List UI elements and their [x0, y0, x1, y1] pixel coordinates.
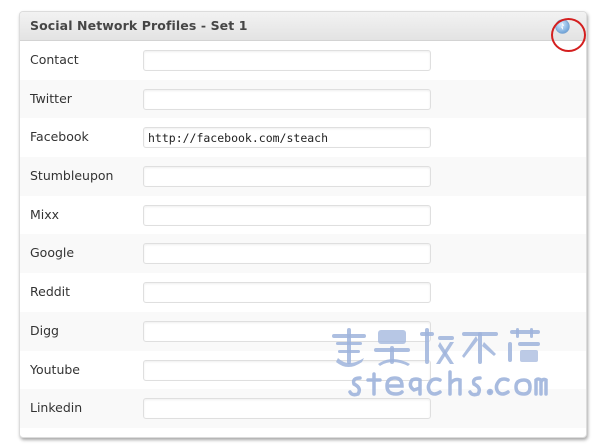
linkedin-input[interactable]: [143, 398, 431, 420]
google-input[interactable]: [143, 243, 431, 265]
field-row-youtube: Youtube: [20, 351, 586, 390]
field-label: Google: [30, 245, 75, 261]
field-label: Facebook: [30, 129, 89, 145]
field-row-contact: Contact: [20, 41, 586, 80]
profile-fields-list: Contact Twitter Facebook Stumbleupon Mix…: [20, 41, 586, 428]
field-row-mixx: Mixx: [20, 196, 586, 235]
field-label: Reddit: [30, 284, 71, 300]
panel-title: Social Network Profiles - Set 1: [30, 18, 248, 33]
field-row-twitter: Twitter: [20, 79, 586, 119]
social-profiles-panel: Social Network Profiles - Set 1 Contact …: [19, 11, 587, 438]
contact-input[interactable]: [143, 50, 431, 71]
youtube-input[interactable]: [143, 359, 431, 381]
field-label: Digg: [30, 322, 59, 338]
field-row-digg: Digg: [20, 311, 586, 351]
field-label: Stumbleupon: [30, 168, 114, 184]
digg-input[interactable]: [143, 320, 431, 342]
field-label: Youtube: [30, 361, 80, 377]
field-label: Twitter: [30, 90, 72, 106]
reddit-input[interactable]: [143, 282, 431, 304]
twitter-input[interactable]: [143, 88, 431, 110]
field-row-facebook: Facebook: [20, 118, 586, 157]
field-row-stumbleupon: Stumbleupon: [20, 157, 586, 196]
field-row-reddit: Reddit: [20, 273, 586, 312]
field-label: Linkedin: [30, 400, 83, 416]
stumbleupon-input[interactable]: [143, 166, 431, 188]
facebook-input[interactable]: [143, 127, 431, 149]
mixx-input[interactable]: [143, 204, 431, 226]
panel-header: Social Network Profiles - Set 1: [20, 12, 586, 52]
field-label: Mixx: [30, 206, 60, 222]
field-label: Contact: [30, 52, 79, 67]
field-row-linkedin: Linkedin: [20, 389, 586, 428]
field-row-google: Google: [20, 234, 586, 274]
